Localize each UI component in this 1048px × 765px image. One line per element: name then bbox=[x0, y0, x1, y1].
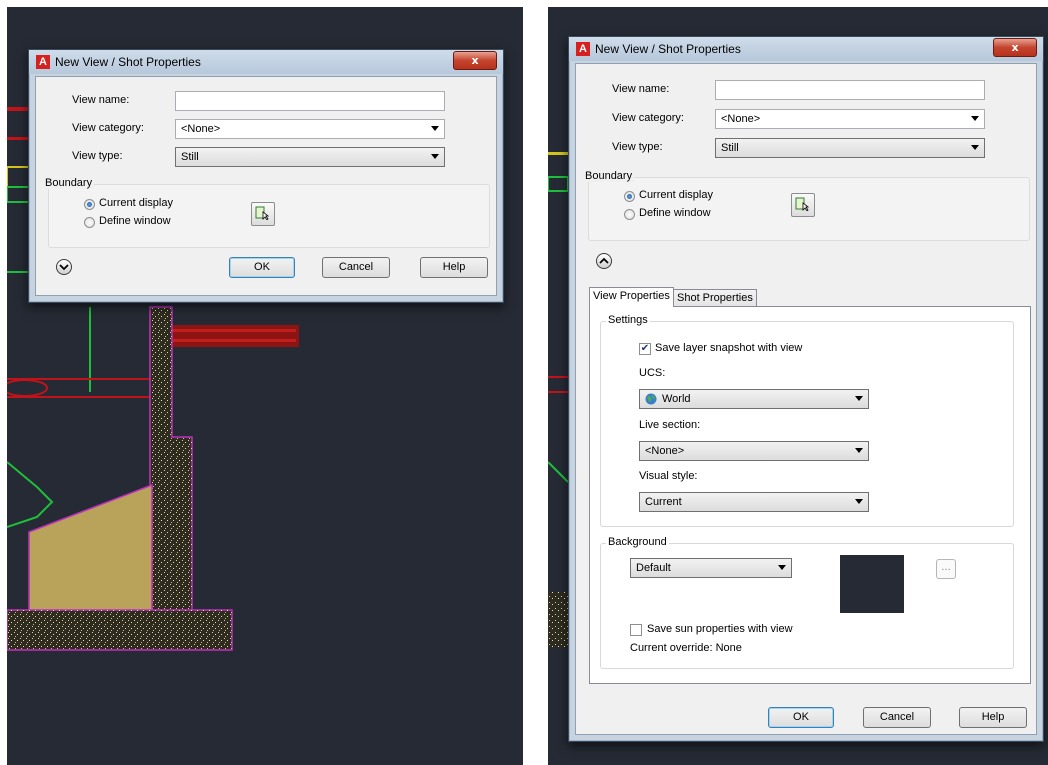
cancel-button[interactable]: Cancel bbox=[322, 257, 390, 278]
current-display-radio[interactable] bbox=[84, 199, 95, 210]
close-button[interactable]: x bbox=[993, 38, 1037, 57]
save-sun-checkbox[interactable] bbox=[630, 624, 642, 636]
chevron-down-icon bbox=[971, 145, 979, 150]
chevron-down-icon bbox=[59, 264, 69, 271]
cad-viewport-left: A New View / Shot Properties x View name… bbox=[7, 7, 523, 765]
visual-style-label: Visual style: bbox=[639, 470, 698, 482]
chevron-down-icon bbox=[855, 448, 863, 453]
tab-shot-properties[interactable]: Shot Properties bbox=[673, 289, 757, 307]
tab-view-properties[interactable]: View Properties bbox=[589, 287, 674, 307]
cad-viewport-right: A New View / Shot Properties x View name… bbox=[548, 7, 1048, 765]
view-name-input[interactable] bbox=[715, 80, 985, 100]
view-category-value: <None> bbox=[181, 123, 221, 135]
select-window-icon bbox=[795, 197, 809, 211]
ucs-select[interactable]: World bbox=[639, 389, 869, 409]
chevron-down-icon bbox=[431, 154, 439, 159]
ok-button[interactable]: OK bbox=[768, 707, 834, 728]
dialog-body: View name: View category: <None> View ty… bbox=[35, 76, 497, 296]
title-bar[interactable]: A New View / Shot Properties x bbox=[29, 50, 503, 74]
boundary-title: Boundary bbox=[43, 177, 95, 189]
close-button[interactable]: x bbox=[453, 51, 497, 70]
chevron-down-icon bbox=[778, 565, 786, 570]
save-layer-snapshot-label: Save layer snapshot with view bbox=[655, 342, 803, 354]
help-button[interactable]: Help bbox=[420, 257, 488, 278]
ok-button[interactable]: OK bbox=[229, 257, 295, 278]
pick-window-button[interactable] bbox=[251, 202, 275, 226]
autocad-icon: A bbox=[36, 55, 50, 69]
background-select[interactable]: Default bbox=[630, 558, 792, 578]
chevron-down-icon bbox=[855, 396, 863, 401]
view-properties-panel: Settings ✔ Save layer snapshot with view… bbox=[589, 306, 1031, 684]
background-title: Background bbox=[606, 536, 669, 548]
visual-style-value: Current bbox=[645, 496, 682, 508]
save-layer-snapshot-checkbox[interactable]: ✔ bbox=[639, 343, 651, 355]
expand-button[interactable] bbox=[56, 259, 72, 275]
visual-style-select[interactable]: Current bbox=[639, 492, 869, 512]
chevron-down-icon bbox=[855, 499, 863, 504]
collapse-button[interactable] bbox=[596, 253, 612, 269]
define-window-radio[interactable] bbox=[84, 217, 95, 228]
current-display-label: Current display bbox=[639, 189, 713, 201]
view-type-label: View type: bbox=[612, 141, 663, 153]
help-button[interactable]: Help bbox=[959, 707, 1027, 728]
view-name-label: View name: bbox=[72, 94, 130, 106]
define-window-label: Define window bbox=[99, 215, 171, 227]
select-window-icon bbox=[255, 206, 269, 220]
view-category-label: View category: bbox=[72, 122, 144, 134]
chevron-down-icon bbox=[971, 116, 979, 121]
ucs-value: World bbox=[662, 393, 691, 405]
view-type-value: Still bbox=[181, 151, 199, 163]
view-type-select[interactable]: Still bbox=[175, 147, 445, 167]
pick-window-button[interactable] bbox=[791, 193, 815, 217]
view-category-label: View category: bbox=[612, 112, 684, 124]
view-category-value: <None> bbox=[721, 113, 761, 125]
boundary-title: Boundary bbox=[583, 170, 635, 182]
globe-icon bbox=[645, 393, 657, 405]
view-category-select[interactable]: <None> bbox=[715, 109, 985, 129]
view-name-input[interactable] bbox=[175, 91, 445, 111]
dialog-body: View name: View category: <None> View ty… bbox=[575, 63, 1037, 735]
new-view-dialog-expanded: A New View / Shot Properties x View name… bbox=[568, 36, 1044, 742]
background-preview-swatch bbox=[840, 555, 904, 613]
background-value: Default bbox=[636, 562, 671, 574]
view-name-label: View name: bbox=[612, 83, 670, 95]
chevron-up-icon bbox=[599, 257, 609, 264]
view-category-select[interactable]: <None> bbox=[175, 119, 445, 139]
view-type-select[interactable]: Still bbox=[715, 138, 985, 158]
define-window-radio[interactable] bbox=[624, 209, 635, 220]
dialog-title: New View / Shot Properties bbox=[55, 55, 201, 69]
save-sun-label: Save sun properties with view bbox=[647, 623, 793, 635]
live-section-value: <None> bbox=[645, 445, 685, 457]
new-view-dialog-collapsed: A New View / Shot Properties x View name… bbox=[28, 49, 504, 303]
cancel-button[interactable]: Cancel bbox=[863, 707, 931, 728]
current-display-radio[interactable] bbox=[624, 191, 635, 202]
settings-title: Settings bbox=[606, 314, 650, 326]
view-type-value: Still bbox=[721, 142, 739, 154]
ucs-label: UCS: bbox=[639, 367, 666, 379]
autocad-icon: A bbox=[576, 42, 590, 56]
live-section-label: Live section: bbox=[639, 419, 701, 431]
view-type-label: View type: bbox=[72, 150, 123, 162]
chevron-down-icon bbox=[431, 126, 439, 131]
current-override-label: Current override: None bbox=[630, 642, 742, 654]
current-display-label: Current display bbox=[99, 197, 173, 209]
live-section-select[interactable]: <None> bbox=[639, 441, 869, 461]
dialog-title: New View / Shot Properties bbox=[595, 42, 741, 56]
define-window-label: Define window bbox=[639, 207, 711, 219]
background-settings-button[interactable]: ... bbox=[936, 559, 956, 579]
title-bar[interactable]: A New View / Shot Properties x bbox=[569, 37, 1043, 61]
